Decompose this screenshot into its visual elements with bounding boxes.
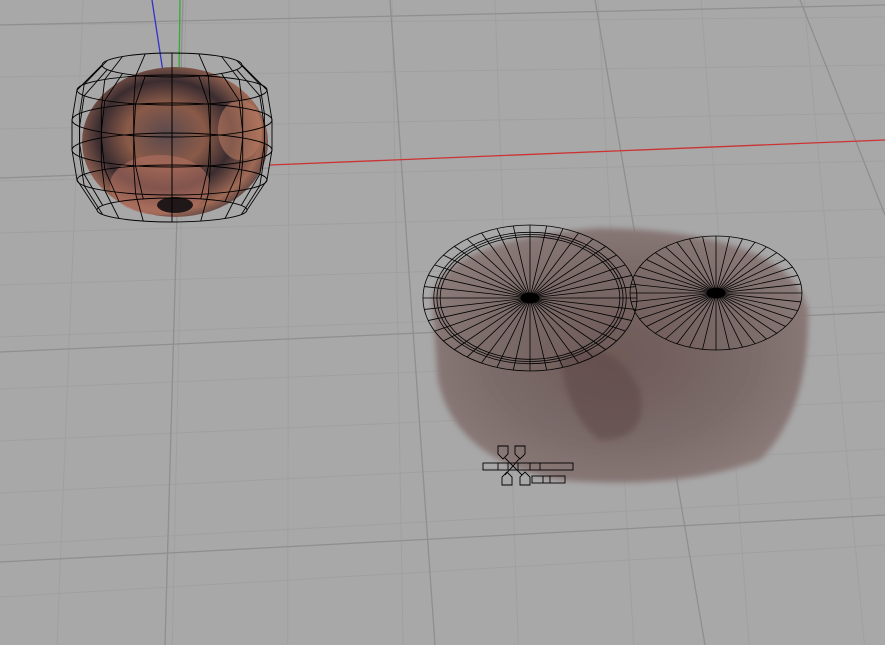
z-axis-line (151, 0, 164, 73)
x-axis-line (269, 139, 885, 166)
grid-minor-line (0, 544, 885, 598)
grid-minor-line (0, 208, 885, 234)
textured-disc-object[interactable] (422, 224, 809, 483)
y-axis-line (178, 0, 181, 76)
sphere-cage-wireframe (71, 52, 273, 223)
wire-hub (706, 287, 726, 299)
3d-viewport[interactable] (0, 0, 885, 645)
textured-sphere-object[interactable] (71, 52, 273, 223)
grid-minor-line (0, 16, 885, 26)
grid-minor-line (0, 496, 885, 546)
grid-minor-line (287, 0, 290, 645)
wire-hub (520, 292, 540, 304)
grid-minor-line (56, 0, 84, 645)
